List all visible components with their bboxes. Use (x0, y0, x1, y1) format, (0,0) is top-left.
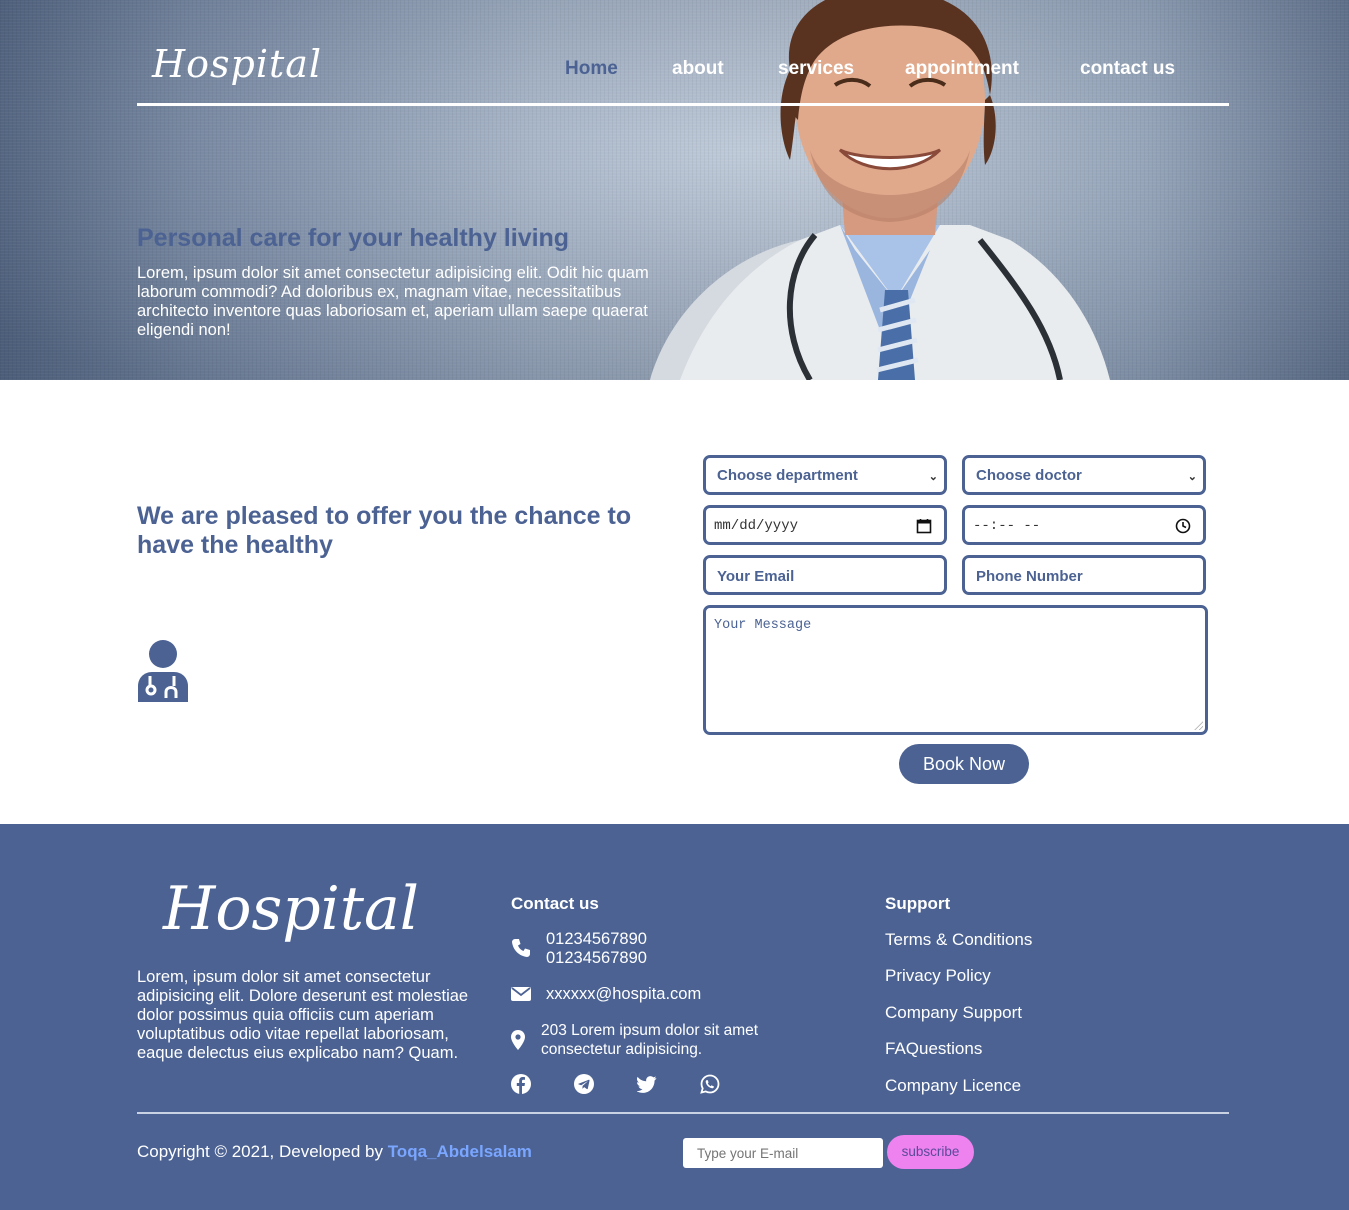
phone-number-1[interactable]: 01234567890 (546, 930, 647, 949)
date-placeholder: mm/dd/yyyy (714, 518, 799, 534)
doctor-photo (650, 0, 1110, 380)
message-textarea[interactable]: Your Message (703, 605, 1208, 735)
email-field[interactable]: Your Email (703, 555, 947, 595)
nav-services[interactable]: services (778, 58, 854, 80)
support-link-licence[interactable]: Company Licence (885, 1076, 1021, 1096)
phone-number-2[interactable]: 01234567890 (546, 949, 647, 968)
email-row: xxxxxx@hospita.com (511, 985, 701, 1004)
support-link-faq[interactable]: FAQuestions (885, 1039, 982, 1059)
hero-banner: Hospital Home about services appointment… (0, 0, 1349, 380)
support-link-company-support[interactable]: Company Support (885, 1003, 1022, 1023)
resize-handle-icon[interactable] (1194, 721, 1203, 730)
whatsapp-icon[interactable] (700, 1074, 720, 1094)
footer-about-text: Lorem, ipsum dolor sit amet consectetur … (137, 968, 469, 1062)
booking-title: We are pleased to offer you the chance t… (137, 502, 632, 559)
contact-heading: Contact us (511, 894, 599, 913)
support-link-terms[interactable]: Terms & Conditions (885, 930, 1032, 950)
footer-logo[interactable]: Hospital (163, 874, 419, 944)
date-field[interactable]: mm/dd/yyyy (703, 505, 947, 545)
phone-row: 01234567890 01234567890 (511, 930, 647, 968)
twitter-icon[interactable] (637, 1074, 657, 1094)
book-now-button[interactable]: Book Now (899, 744, 1029, 784)
telegram-icon[interactable] (574, 1074, 594, 1094)
phone-field[interactable]: Phone Number (962, 555, 1206, 595)
calendar-icon[interactable] (916, 518, 932, 534)
email-placeholder: Your Email (717, 568, 795, 585)
subscribe-email-input[interactable] (683, 1138, 883, 1168)
user-doctor-icon (138, 640, 188, 702)
nav-underline (137, 103, 1229, 106)
support-link-privacy[interactable]: Privacy Policy (885, 966, 991, 986)
doctor-select[interactable]: Choose doctor ⌄ (962, 455, 1206, 495)
footer-address: 203 Lorem ipsum dolor sit amet consectet… (541, 1022, 759, 1058)
doctor-select-value: Choose doctor (976, 467, 1082, 484)
nav-appointment[interactable]: appointment (905, 58, 1019, 80)
message-placeholder: Your Message (714, 618, 812, 633)
hero-title: Personal care for your healthy living (137, 224, 570, 252)
nav-home[interactable]: Home (565, 58, 618, 80)
nav-contact-us[interactable]: contact us (1080, 58, 1175, 80)
location-pin-icon (511, 1030, 525, 1050)
site-logo[interactable]: Hospital (152, 42, 322, 86)
footer-email[interactable]: xxxxxx@hospita.com (546, 985, 701, 1004)
subscribe-button[interactable]: subscribe (887, 1135, 974, 1169)
time-placeholder: --:-- -- (973, 518, 1041, 534)
clock-icon[interactable] (1175, 518, 1191, 534)
support-heading: Support (885, 894, 951, 913)
social-links (511, 1074, 720, 1094)
address-row: 203 Lorem ipsum dolor sit amet consectet… (511, 1021, 811, 1059)
footer: Hospital Lorem, ipsum dolor sit amet con… (0, 824, 1349, 1210)
hero-text: Lorem, ipsum dolor sit amet consectetur … (137, 264, 649, 339)
department-select[interactable]: Choose department ⌄ (703, 455, 947, 495)
chevron-down-icon: ⌄ (1187, 471, 1197, 483)
department-select-value: Choose department (717, 467, 858, 484)
time-field[interactable]: --:-- -- (962, 505, 1206, 545)
chevron-down-icon: ⌄ (928, 471, 938, 483)
main-nav: Home about services appointment contact … (565, 58, 1175, 80)
copyright-text: Copyright © 2021, Developed by (137, 1142, 383, 1161)
phone-placeholder: Phone Number (976, 568, 1083, 585)
footer-divider (137, 1112, 1229, 1114)
author-link[interactable]: Toqa_Abdelsalam (388, 1142, 532, 1161)
phone-icon (512, 939, 530, 957)
envelope-icon (511, 987, 531, 1001)
copyright: Copyright © 2021, Developed by Toqa_Abde… (137, 1142, 532, 1162)
facebook-icon[interactable] (511, 1074, 531, 1094)
nav-about[interactable]: about (672, 58, 724, 80)
